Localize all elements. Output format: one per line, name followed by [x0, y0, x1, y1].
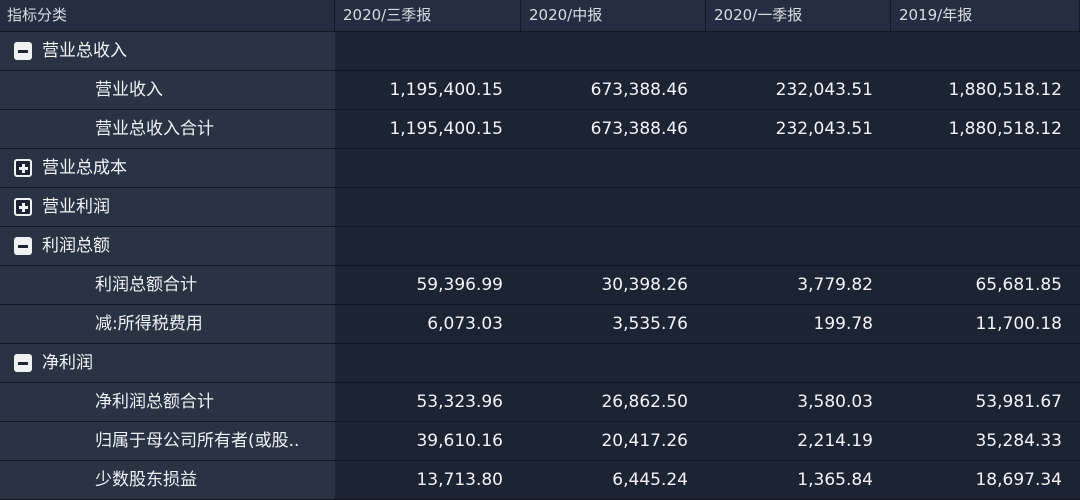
- value-cell: 65,681.85: [891, 266, 1080, 304]
- header-2020-q1[interactable]: 2020/一季报: [706, 0, 891, 31]
- value-cell: [891, 149, 1080, 187]
- value-cell: 11,700.18: [891, 305, 1080, 343]
- value-cell: [335, 32, 521, 70]
- value-cell: 232,043.51: [706, 110, 891, 148]
- table-row: 净利润总额合计 53,323.96 26,862.50 3,580.03 53,…: [0, 383, 1080, 422]
- value-cell: 6,073.03: [335, 305, 521, 343]
- row-label: 利润总额: [42, 236, 110, 256]
- value-cell: 53,323.96: [335, 383, 521, 421]
- table-header: 指标分类 2020/三季报 2020/中报 2020/一季报 2019/年报: [0, 0, 1080, 32]
- row-label: 营业总收入: [42, 41, 127, 61]
- value-cell: 3,535.76: [521, 305, 706, 343]
- value-cell: [891, 344, 1080, 382]
- plus-square-icon[interactable]: [14, 159, 32, 177]
- value-cell: 1,195,400.15: [335, 71, 521, 109]
- header-2019-annual[interactable]: 2019/年报: [891, 0, 1080, 31]
- row-label: 净利润: [42, 353, 93, 373]
- value-cell: [521, 344, 706, 382]
- group-row-operating-profit[interactable]: 营业利润: [0, 188, 1080, 227]
- value-cell: [521, 149, 706, 187]
- value-cell: 1,880,518.12: [891, 71, 1080, 109]
- group-row-total-revenue[interactable]: 营业总收入: [0, 32, 1080, 71]
- value-cell: 26,862.50: [521, 383, 706, 421]
- value-cell: 1,365.84: [706, 461, 891, 499]
- value-cell: 673,388.46: [521, 110, 706, 148]
- value-cell: 1,195,400.15: [335, 110, 521, 148]
- value-cell: [706, 149, 891, 187]
- header-2020-interim[interactable]: 2020/中报: [521, 0, 706, 31]
- value-cell: 13,713.80: [335, 461, 521, 499]
- row-label: 归属于母公司所有者(或股..: [0, 422, 335, 460]
- row-label: 净利润总额合计: [0, 383, 335, 421]
- value-cell: [706, 188, 891, 226]
- value-cell: 35,284.33: [891, 422, 1080, 460]
- value-cell: [521, 188, 706, 226]
- value-cell: 53,981.67: [891, 383, 1080, 421]
- value-cell: 1,880,518.12: [891, 110, 1080, 148]
- value-cell: [335, 227, 521, 265]
- value-cell: [335, 188, 521, 226]
- value-cell: [706, 32, 891, 70]
- value-cell: 3,580.03: [706, 383, 891, 421]
- group-row-total-profit[interactable]: 利润总额: [0, 227, 1080, 266]
- table-row: 营业收入 1,195,400.15 673,388.46 232,043.51 …: [0, 71, 1080, 110]
- row-label: 利润总额合计: [0, 266, 335, 304]
- row-label: 营业利润: [42, 197, 110, 217]
- value-cell: [335, 149, 521, 187]
- table-row: 少数股东损益 13,713.80 6,445.24 1,365.84 18,69…: [0, 461, 1080, 500]
- row-label: 减:所得税费用: [0, 305, 335, 343]
- value-cell: 2,214.19: [706, 422, 891, 460]
- row-label-cell: 利润总额: [0, 227, 335, 265]
- value-cell: 30,398.26: [521, 266, 706, 304]
- value-cell: [891, 32, 1080, 70]
- row-label: 少数股东损益: [0, 461, 335, 499]
- row-label-cell: 营业利润: [0, 188, 335, 226]
- row-label: 营业总收入合计: [0, 110, 335, 148]
- value-cell: 20,417.26: [521, 422, 706, 460]
- financial-table: 指标分类 2020/三季报 2020/中报 2020/一季报 2019/年报 营…: [0, 0, 1080, 500]
- table-row: 减:所得税费用 6,073.03 3,535.76 199.78 11,700.…: [0, 305, 1080, 344]
- table-row: 归属于母公司所有者(或股.. 39,610.16 20,417.26 2,214…: [0, 422, 1080, 461]
- row-label-cell: 营业总收入: [0, 32, 335, 70]
- table-row: 营业总收入合计 1,195,400.15 673,388.46 232,043.…: [0, 110, 1080, 149]
- plus-square-icon[interactable]: [14, 198, 32, 216]
- value-cell: 6,445.24: [521, 461, 706, 499]
- minus-square-icon[interactable]: [14, 354, 32, 372]
- value-cell: [706, 344, 891, 382]
- value-cell: [891, 188, 1080, 226]
- header-indicator-category[interactable]: 指标分类: [0, 0, 335, 31]
- value-cell: [891, 227, 1080, 265]
- value-cell: 199.78: [706, 305, 891, 343]
- value-cell: [335, 344, 521, 382]
- minus-square-icon[interactable]: [14, 42, 32, 60]
- row-label: 营业收入: [0, 71, 335, 109]
- row-label-cell: 营业总成本: [0, 149, 335, 187]
- row-label: 营业总成本: [42, 158, 127, 178]
- group-row-total-cost[interactable]: 营业总成本: [0, 149, 1080, 188]
- value-cell: [706, 227, 891, 265]
- header-2020-q3[interactable]: 2020/三季报: [335, 0, 521, 31]
- group-row-net-profit[interactable]: 净利润: [0, 344, 1080, 383]
- value-cell: 39,610.16: [335, 422, 521, 460]
- value-cell: 3,779.82: [706, 266, 891, 304]
- value-cell: 673,388.46: [521, 71, 706, 109]
- table-row: 利润总额合计 59,396.99 30,398.26 3,779.82 65,6…: [0, 266, 1080, 305]
- value-cell: 18,697.34: [891, 461, 1080, 499]
- value-cell: 232,043.51: [706, 71, 891, 109]
- value-cell: [521, 227, 706, 265]
- row-label-cell: 净利润: [0, 344, 335, 382]
- minus-square-icon[interactable]: [14, 237, 32, 255]
- value-cell: [521, 32, 706, 70]
- value-cell: 59,396.99: [335, 266, 521, 304]
